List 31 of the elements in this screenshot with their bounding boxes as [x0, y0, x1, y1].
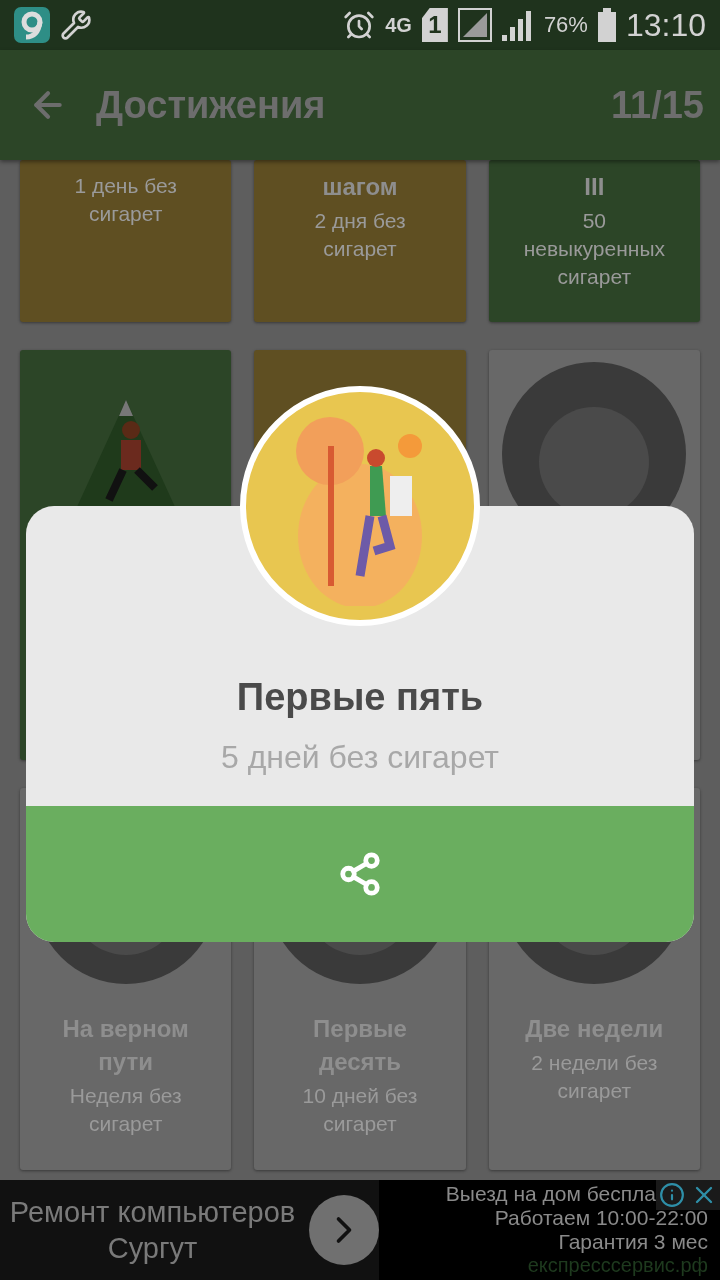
- clock: 13:10: [625, 6, 706, 44]
- app-icon[interactable]: [14, 7, 50, 43]
- dialog-subtitle: 5 дней без сигарет: [220, 739, 499, 776]
- battery-icon: [597, 8, 616, 42]
- ad-text: Работаем 10:00-22:00: [494, 1206, 708, 1230]
- ad-text: Выезд на дом беспла: [445, 1182, 656, 1206]
- achievement-title: шагом: [322, 172, 398, 202]
- ad-banner[interactable]: Ремонт компьютеров Сургут Выезд на дом беспла Работаем 10:00-22:00 Гарантия 3 мес експресссервис.рф: [0, 1180, 720, 1280]
- close-icon[interactable]: [688, 1180, 720, 1210]
- achievement-card[interactable]: III 50 невыкуренных сигарет: [488, 160, 700, 322]
- achievement-card[interactable]: шагом 2 дня без сигарет: [254, 160, 466, 322]
- achievement-title: III: [584, 172, 605, 202]
- ad-text: Гарантия 3 мес: [558, 1230, 708, 1254]
- info-icon[interactable]: [656, 1180, 688, 1210]
- achievement-subtitle: 1 день без сигарет: [73, 173, 178, 227]
- ad-headline: Ремонт компьютеров Сургут: [8, 1195, 297, 1266]
- battery-percent: 76%: [543, 12, 588, 38]
- achievement-subtitle: 50 невыкуренных сигарет: [522, 208, 666, 290]
- alarm-icon: [343, 9, 376, 41]
- achievement-subtitle: 2 дня без сигарет: [313, 208, 407, 262]
- share-icon: [337, 851, 383, 897]
- signal-icon: [457, 8, 492, 42]
- sim-indicator: 1: [421, 8, 448, 42]
- wrench-icon: [60, 9, 92, 41]
- dialog-title: Первые пять: [236, 676, 484, 719]
- ad-url[interactable]: експресссервис.рф: [527, 1254, 708, 1276]
- achievement-count: 11/15: [611, 83, 704, 127]
- achievement-card[interactable]: 1 день без сигарет: [20, 160, 232, 322]
- signal-bars-icon: [501, 9, 534, 41]
- network-type: 4G: [385, 13, 412, 37]
- screen-title: Достижения: [96, 83, 327, 127]
